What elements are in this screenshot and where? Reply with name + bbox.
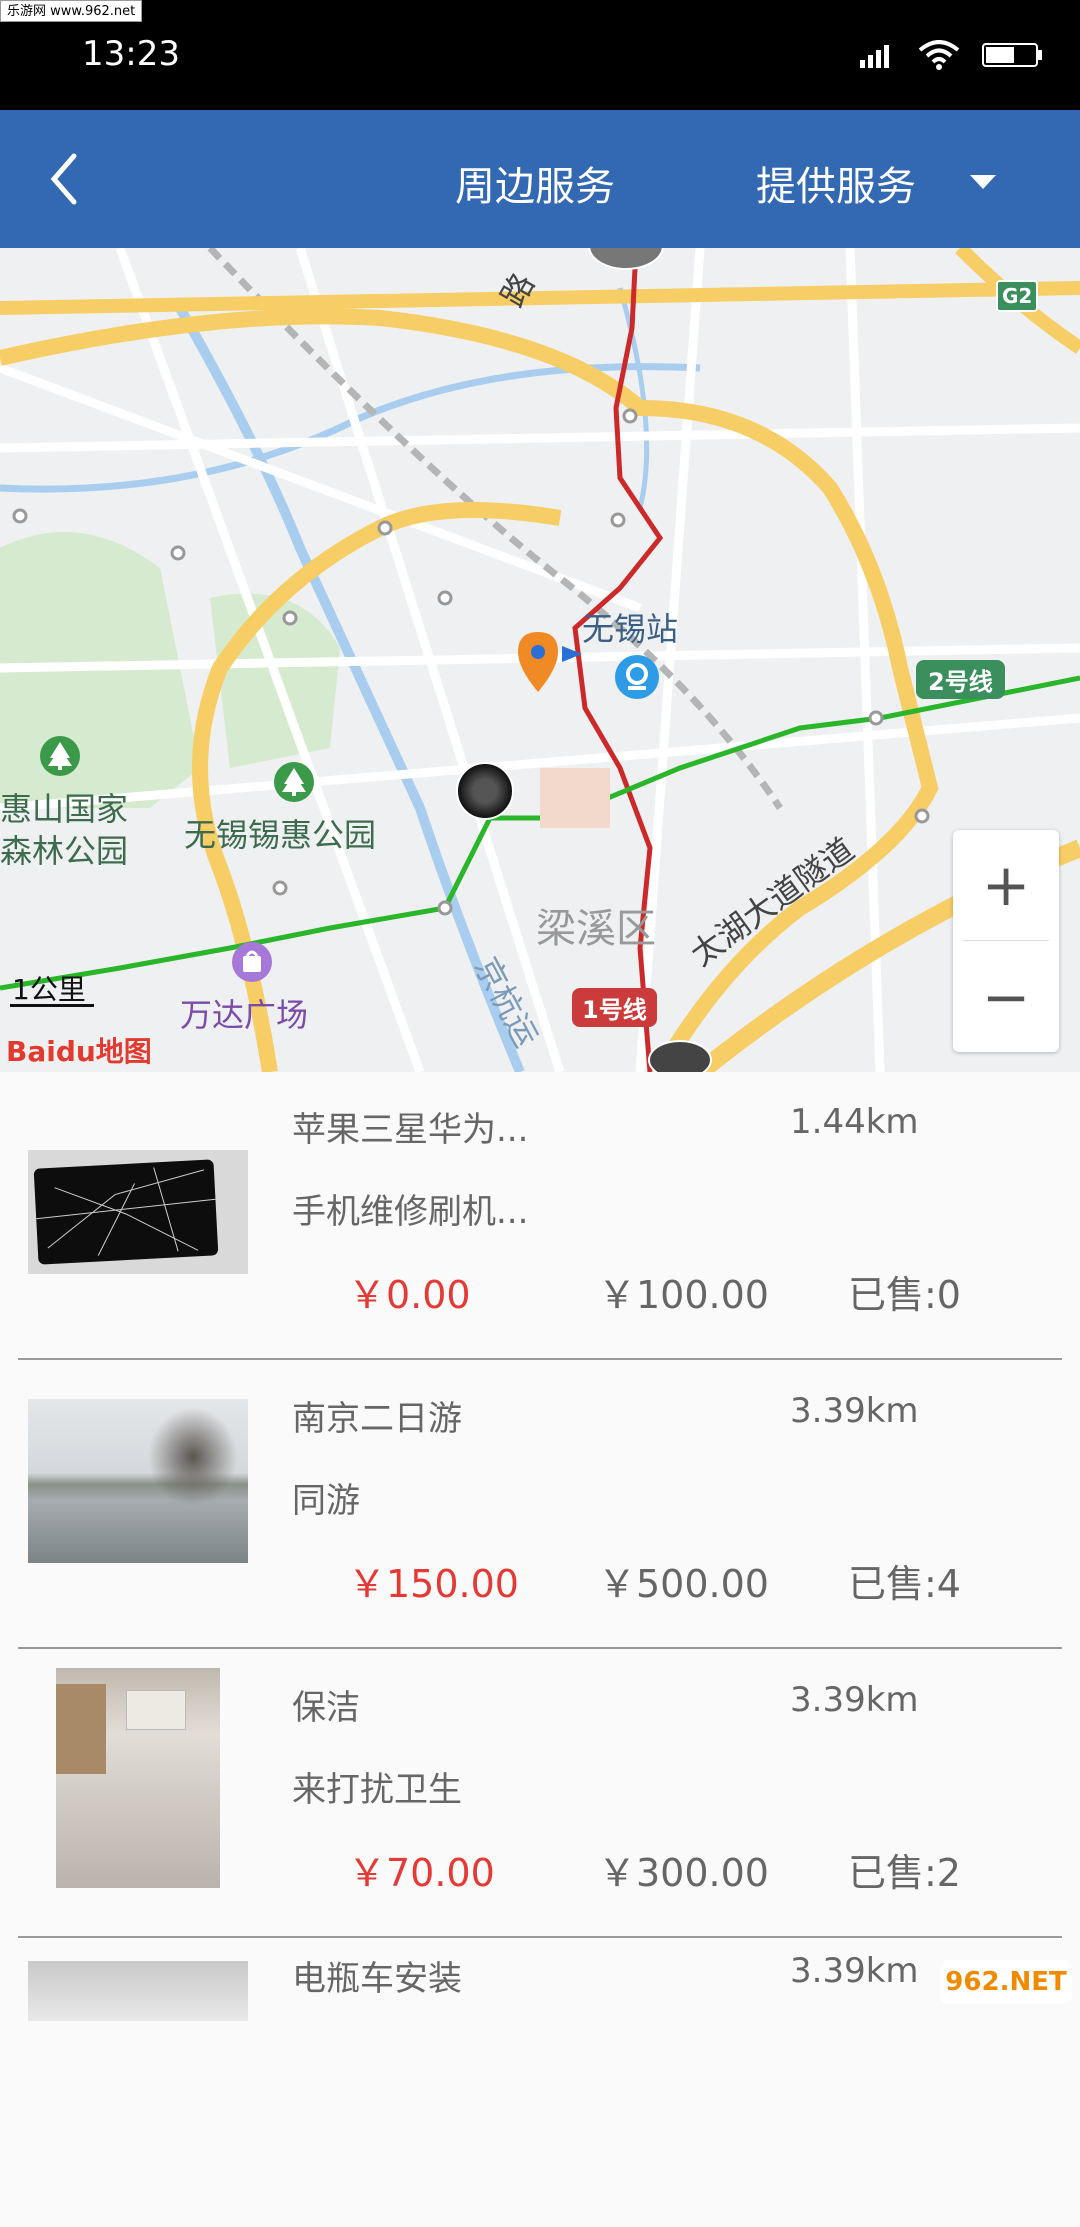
item-sold-count: 已售:4 [848, 1562, 961, 1606]
item-original-price: ￥500.00 [598, 1562, 769, 1606]
status-time: 13:23 [82, 34, 180, 74]
provide-service-dropdown[interactable]: 提供服务 [756, 154, 916, 212]
service-photo-marker[interactable] [648, 1040, 712, 1072]
map-label-district: 梁溪区 [536, 906, 656, 952]
status-icons [860, 40, 1044, 70]
map-view[interactable]: 无锡站 惠山国家 森林公园 无锡锡惠公园 万达广场 梁溪区 太湖大道隧道 路 京… [0, 248, 1080, 1072]
map-label-station: 无锡站 [582, 610, 679, 648]
watermark-top: 乐游网 www.962.net [0, 0, 143, 22]
metro-line1-badge: 1号线 [572, 988, 657, 1027]
watermark-bottom: 962.NET [940, 1960, 1072, 2004]
zoom-out-button[interactable]: − [953, 942, 1059, 1052]
item-thumbnail [28, 1961, 248, 2021]
item-distance: 3.39km [790, 1951, 919, 1991]
signal-icon [860, 45, 889, 68]
item-description: 来打扰卫生 [292, 1770, 462, 1810]
list-item[interactable]: 南京二日游 3.39km 同游 ￥150.00 ￥500.00 已售:4 [0, 1361, 1080, 1649]
park-icon [40, 736, 80, 776]
service-photo-marker[interactable] [456, 762, 514, 820]
battery-icon [982, 43, 1042, 67]
map-label-park1-line2: 森林公园 [0, 832, 129, 870]
back-button[interactable] [44, 148, 104, 210]
item-name: 南京二日游 [292, 1399, 462, 1439]
item-price: ￥0.00 [348, 1273, 471, 1317]
zoom-in-button[interactable]: + [953, 830, 1059, 940]
item-sold-count: 已售:2 [848, 1851, 961, 1895]
wifi-icon [918, 40, 960, 70]
shopping-icon [232, 942, 272, 982]
item-sold-count: 已售:0 [848, 1273, 961, 1317]
status-bar: 乐游网 www.962.net 13:23 [0, 0, 1080, 110]
list-item[interactable]: 电瓶车安装 3.39km [0, 1939, 1080, 2227]
map-label-park2: 无锡锡惠公园 [184, 816, 377, 854]
item-thumbnail [28, 1150, 248, 1274]
map-scale-bar [10, 1004, 94, 1007]
map-label-park1-line1: 惠山国家 [0, 790, 129, 828]
list-item[interactable]: 保洁 3.39km 来打扰卫生 ￥70.00 ￥300.00 已售:2 [0, 1650, 1080, 1938]
zoom-divider [963, 940, 1049, 941]
zoom-controls: + − [953, 830, 1059, 1052]
item-name: 苹果三星华为... [292, 1110, 529, 1150]
metro-line2-badge: 2号线 [916, 660, 1005, 699]
item-name: 电瓶车安装 [292, 1959, 462, 1999]
map-label-mall: 万达广场 [180, 996, 309, 1034]
highway-badge: G2 [996, 280, 1039, 312]
item-distance: 3.39km [790, 1680, 919, 1720]
park-icon [274, 762, 314, 802]
item-description: 手机维修刷机... [292, 1192, 529, 1232]
item-price: ￥70.00 [348, 1851, 495, 1895]
item-divider [18, 1358, 1062, 1360]
location-pin-icon[interactable] [516, 630, 586, 694]
item-thumbnail [28, 1399, 248, 1563]
caret-down-icon[interactable] [968, 172, 998, 192]
item-thumbnail [56, 1668, 220, 1888]
train-station-icon [615, 655, 659, 699]
item-original-price: ￥300.00 [598, 1851, 769, 1895]
map-scale-label: 1公里 [12, 973, 86, 1006]
baidu-map-logo: Baidu地图 [6, 1035, 152, 1068]
chevron-left-icon [50, 153, 77, 205]
item-distance: 1.44km [790, 1102, 919, 1142]
item-distance: 3.39km [790, 1391, 919, 1431]
list-item[interactable]: 苹果三星华为... 1.44km 手机维修刷机... ￥0.00 ￥100.00… [0, 1072, 1080, 1360]
item-name: 保洁 [292, 1688, 360, 1728]
item-price: ￥150.00 [348, 1562, 519, 1606]
item-original-price: ￥100.00 [598, 1273, 769, 1317]
page-title: 周边服务 [455, 164, 615, 210]
item-description: 同游 [292, 1481, 360, 1521]
app-bar: 周边服务 提供服务 [0, 110, 1080, 248]
item-divider [18, 1936, 1062, 1938]
service-list: 苹果三星华为... 1.44km 手机维修刷机... ￥0.00 ￥100.00… [0, 1072, 1080, 2021]
item-divider [18, 1647, 1062, 1649]
